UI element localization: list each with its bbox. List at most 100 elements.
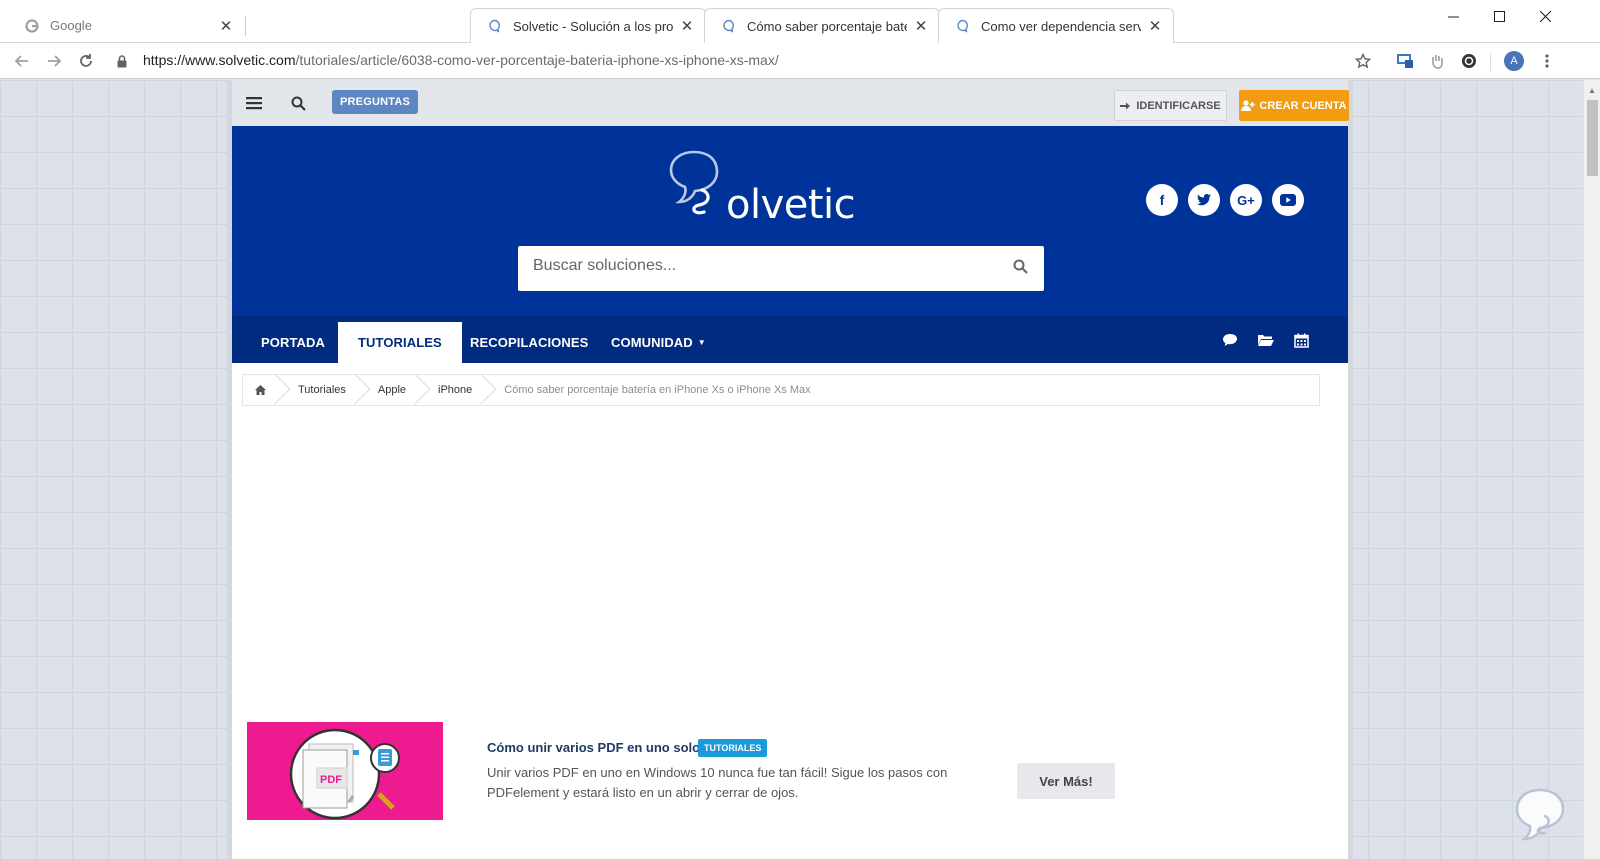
youtube-icon bbox=[1280, 194, 1296, 206]
nav-comunidad[interactable]: COMUNIDAD ▼ bbox=[591, 322, 726, 363]
close-tab-icon[interactable]: ✕ bbox=[218, 17, 234, 35]
twitter-icon bbox=[1197, 194, 1211, 206]
solvetic-logo[interactable]: olvetic bbox=[668, 146, 858, 228]
scrollbar-thumb[interactable] bbox=[1587, 100, 1598, 176]
breadcrumb-label: iPhone bbox=[438, 384, 473, 396]
back-button[interactable] bbox=[9, 48, 35, 74]
logo-wordmark: olvetic bbox=[726, 182, 856, 228]
calendar-icon bbox=[1293, 333, 1309, 348]
tab-title: Cómo saber porcentaje batería e bbox=[747, 18, 907, 34]
tab-title: Como ver dependencia servicios bbox=[981, 18, 1141, 34]
help-chat-bubble[interactable] bbox=[1512, 786, 1568, 842]
minimize-window-button[interactable] bbox=[1430, 0, 1476, 32]
search-icon[interactable] bbox=[1013, 259, 1028, 279]
secure-lock-icon[interactable] bbox=[113, 48, 131, 74]
extension-hand-button[interactable] bbox=[1424, 48, 1450, 74]
reload-button[interactable] bbox=[73, 48, 99, 74]
maximize-window-button[interactable] bbox=[1476, 0, 1522, 32]
facebook-button[interactable]: f bbox=[1146, 184, 1178, 216]
site-header-hero: olvetic f G+ bbox=[232, 126, 1348, 316]
calendar-button[interactable] bbox=[1291, 332, 1311, 348]
url-host: https://www.solvetic.com bbox=[143, 52, 296, 68]
browser-tabstrip: Google ✕ Solvetic - Solución a los probl… bbox=[0, 0, 1600, 43]
browser-tab-dependencia[interactable]: Como ver dependencia servicios ✕ bbox=[938, 8, 1174, 43]
solvetic-favicon-icon bbox=[487, 18, 503, 34]
browser-tab-google[interactable]: Google ✕ bbox=[8, 8, 244, 43]
identificarse-label: IDENTIFICARSE bbox=[1136, 99, 1221, 112]
solvetic-favicon-icon bbox=[721, 18, 737, 34]
sign-in-icon bbox=[1120, 102, 1131, 109]
browser-toolbar: https://www.solvetic.com/tutoriales/arti… bbox=[0, 43, 1600, 79]
close-tab-icon[interactable]: ✕ bbox=[1147, 17, 1163, 35]
breadcrumb: Tutoriales Apple iPhone Cómo saber porce… bbox=[242, 374, 1320, 406]
browser-menu-button[interactable] bbox=[1534, 48, 1560, 74]
promo-image-label: PDF bbox=[320, 774, 342, 786]
folder-button[interactable] bbox=[1256, 332, 1276, 348]
star-icon bbox=[1355, 53, 1371, 69]
address-bar[interactable]: https://www.solvetic.com/tutoriales/arti… bbox=[143, 52, 779, 68]
extension-cast-button[interactable] bbox=[1392, 48, 1418, 74]
pdf-illustration-icon: PDF bbox=[289, 728, 400, 820]
forward-arrow-icon bbox=[48, 55, 62, 67]
nav-tutoriales[interactable]: TUTORIALES bbox=[338, 322, 462, 363]
maximize-icon bbox=[1493, 10, 1505, 22]
breadcrumb-home[interactable] bbox=[243, 375, 278, 405]
user-plus-icon bbox=[1241, 100, 1256, 111]
reload-icon bbox=[80, 54, 92, 67]
promo-card: PDF Cómo unir varios PDF en uno solo TUT… bbox=[242, 722, 1320, 822]
tab-divider bbox=[245, 16, 246, 36]
profile-avatar-button[interactable]: A bbox=[1501, 48, 1527, 74]
nav-recopilaciones[interactable]: RECOPILACIONES bbox=[450, 322, 608, 363]
home-icon bbox=[255, 385, 266, 395]
google-plus-button[interactable]: G+ bbox=[1230, 184, 1262, 216]
close-tab-icon[interactable]: ✕ bbox=[679, 17, 695, 35]
hamburger-menu-button[interactable] bbox=[242, 91, 266, 115]
toolbar-divider bbox=[1490, 53, 1491, 71]
page-scrollbar[interactable]: ▲ bbox=[1583, 80, 1600, 859]
ver-mas-button[interactable]: Ver Más! bbox=[1017, 763, 1115, 799]
shield-extension-icon bbox=[1462, 54, 1476, 68]
minimize-icon bbox=[1447, 16, 1459, 17]
site-search-box[interactable] bbox=[518, 246, 1044, 291]
close-window-button[interactable] bbox=[1522, 0, 1568, 32]
crear-cuenta-label: CREAR CUENTA bbox=[1259, 99, 1347, 112]
bookmark-star-button[interactable] bbox=[1350, 48, 1376, 74]
preguntas-button[interactable]: PREGUNTAS bbox=[332, 90, 419, 114]
nav-portada[interactable]: PORTADA bbox=[241, 322, 345, 363]
site-topbar: PREGUNTAS IDENTIFICARSE CREAR CUENTA bbox=[232, 80, 1349, 126]
topbar-search-button[interactable] bbox=[286, 91, 310, 115]
hamburger-icon bbox=[246, 97, 262, 110]
browser-tab-solvetic[interactable]: Solvetic - Solución a los problem ✕ bbox=[470, 8, 706, 43]
close-tab-icon[interactable]: ✕ bbox=[913, 17, 929, 35]
site-search-input[interactable] bbox=[533, 257, 983, 275]
extension-shield-button[interactable] bbox=[1456, 48, 1482, 74]
browser-tab-bateria[interactable]: Cómo saber porcentaje batería e ✕ bbox=[704, 8, 940, 43]
chat-button[interactable] bbox=[1220, 332, 1240, 348]
twitter-button[interactable] bbox=[1188, 184, 1220, 216]
forward-button[interactable] bbox=[41, 48, 67, 74]
tab-title: Solvetic - Solución a los problem bbox=[513, 18, 673, 34]
caret-down-icon: ▼ bbox=[697, 338, 706, 347]
tab-title: Google bbox=[50, 18, 92, 33]
breadcrumb-current: Cómo saber porcentaje batería en iPhone … bbox=[484, 375, 822, 405]
search-icon bbox=[291, 96, 306, 111]
identificarse-button[interactable]: IDENTIFICARSE bbox=[1114, 90, 1227, 121]
site-container: PREGUNTAS IDENTIFICARSE CREAR CUENTA olv… bbox=[227, 80, 1353, 859]
main-nav: PORTADA TUTORIALES RECOPILACIONES COMUNI… bbox=[232, 316, 1348, 363]
google-plus-icon: G+ bbox=[1237, 192, 1255, 208]
promo-title[interactable]: Cómo unir varios PDF en uno solo bbox=[487, 740, 700, 755]
google-favicon-icon bbox=[24, 18, 40, 34]
breadcrumb-tutoriales[interactable]: Tutoriales bbox=[278, 375, 358, 405]
scroll-up-icon[interactable]: ▲ bbox=[1588, 86, 1596, 95]
promo-description: Unir varios PDF en uno en Windows 10 nun… bbox=[487, 765, 948, 800]
breadcrumb-label: Apple bbox=[377, 384, 407, 396]
youtube-button[interactable] bbox=[1272, 184, 1304, 216]
breadcrumb-label: Tutoriales bbox=[298, 384, 346, 396]
promo-thumbnail[interactable]: PDF bbox=[247, 722, 443, 820]
back-arrow-icon bbox=[14, 55, 28, 67]
kebab-menu-icon bbox=[1545, 54, 1549, 68]
url-path: /tutoriales/article/6038-como-ver-porcen… bbox=[295, 52, 779, 68]
folder-open-icon bbox=[1258, 335, 1274, 346]
crear-cuenta-button[interactable]: CREAR CUENTA bbox=[1239, 90, 1349, 121]
promo-category-badge[interactable]: TUTORIALES bbox=[698, 739, 768, 757]
